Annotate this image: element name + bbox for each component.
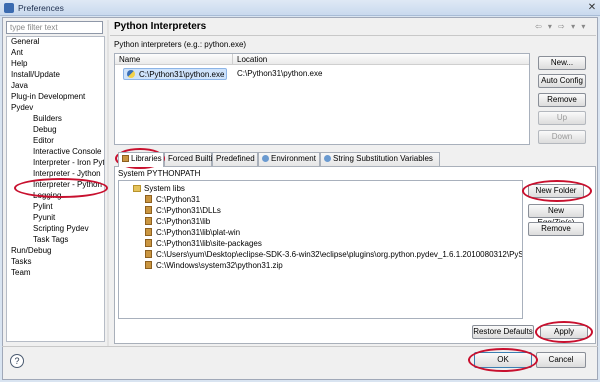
libraries-tree: System libs C:\Python31 C:\Python31\DLLs… [118,180,523,319]
filter-input[interactable]: type filter text [6,21,103,34]
library-icon [122,155,129,162]
tab-bar: Libraries Forced Builtins Predefined Env… [114,152,596,167]
tab-forced-builtins[interactable]: Forced Builtins [164,152,221,166]
tree-item-plugin-development[interactable]: Plug-in Development [11,92,85,102]
bottom-separator [2,346,598,347]
new-egg-zip-button[interactable]: New Egg/Zip(s) [528,204,584,227]
tree-item-scripting-pydev[interactable]: Scripting Pydev [33,224,89,234]
library-icon [145,250,152,258]
app-icon [4,3,14,13]
up-button[interactable]: Up [538,111,586,125]
library-icon [145,217,152,225]
tree-item-interpreter-jython[interactable]: Interpreter - Jython [33,169,101,179]
preferences-tree: General Ant Help Install/Update Java Plu… [6,36,105,342]
nav-arrows[interactable]: ⇦ ▾ ⇨ ▾ ▾ [535,22,587,31]
tree-item-debug[interactable]: Debug [33,125,57,135]
remove-library-button[interactable]: Remove [528,222,584,236]
library-icon [145,261,152,269]
column-header-location[interactable]: Location [233,54,529,65]
title-separator [110,35,596,36]
new-interpreter-button[interactable]: New... [538,56,586,70]
tree-item-help[interactable]: Help [11,59,27,69]
window-title: Preferences [18,3,64,13]
library-icon [145,206,152,214]
apply-button[interactable]: Apply [540,325,588,339]
close-icon[interactable]: ✕ [586,2,598,13]
tab-string-substitution[interactable]: String Substitution Variables [320,152,440,166]
tree-item-tasks[interactable]: Tasks [11,257,31,267]
tab-label: Libraries [131,154,162,163]
tree-item-general[interactable]: General [11,37,39,47]
auto-config-button[interactable]: Auto Config [538,74,586,88]
library-icon [145,239,152,247]
list-item[interactable]: C:\Python31\lib [145,217,210,227]
tree-item-install-update[interactable]: Install/Update [11,70,60,80]
list-item[interactable]: C:\Python31\lib\site-packages [145,239,262,249]
tab-environment[interactable]: Environment [258,152,320,166]
list-item[interactable]: C:\Windows\system32\python31.zip [145,261,283,271]
tree-item-builders[interactable]: Builders [33,114,62,124]
help-icon[interactable]: ? [10,354,24,368]
list-item[interactable]: C:\Python31 [145,195,200,205]
tree-item-java[interactable]: Java [11,81,28,91]
remove-interpreter-button[interactable]: Remove [538,93,586,107]
new-folder-button[interactable]: New Folder [528,184,584,198]
interpreter-location: C:\Python31\python.exe [237,69,323,78]
environment-icon [262,155,269,162]
tab-predefined[interactable]: Predefined [212,152,258,166]
tree-item-task-tags[interactable]: Task Tags [33,235,68,245]
list-item[interactable]: System libs [133,184,185,194]
tree-item-editor[interactable]: Editor [33,136,54,146]
folder-icon [133,185,141,192]
page-title: Python Interpreters [114,21,207,32]
tree-item-team[interactable]: Team [11,268,31,278]
ok-button[interactable]: OK [474,352,532,368]
down-button[interactable]: Down [538,130,586,144]
interpreter-name: C:\Python31\python.exe [139,70,225,79]
cancel-button[interactable]: Cancel [536,352,586,368]
list-item[interactable]: C:\Users\yum\Desktop\eclipse-SDK-3.6-win… [145,250,522,260]
list-item[interactable]: C:\Python31\DLLs [145,206,221,216]
interpreters-description: Python interpreters (e.g.: python.exe) [114,40,247,49]
substitution-icon [324,155,331,162]
splitter[interactable] [107,20,109,346]
tree-item-interpreter-ironpython[interactable]: Interpreter - Iron Pyt [33,158,104,168]
tree-item-pyunit[interactable]: Pyunit [33,213,55,223]
restore-defaults-button[interactable]: Restore Defaults [472,325,534,339]
library-icon [145,228,152,236]
tree-item-logging[interactable]: Logging [33,191,61,201]
library-icon [145,195,152,203]
tree-item-interactive-console[interactable]: Interactive Console [33,147,101,157]
tree-item-run-debug[interactable]: Run/Debug [11,246,51,256]
list-item[interactable]: C:\Python31\lib\plat-win [145,228,240,238]
system-pythonpath-label: System PYTHONPATH [118,169,201,178]
title-bar: Preferences ✕ [0,0,600,16]
column-header-name[interactable]: Name [115,54,233,65]
tree-item-ant[interactable]: Ant [11,48,23,58]
tree-item-pydev[interactable]: Pydev [11,103,33,113]
tree-item-interpreter-python[interactable]: Interpreter - Python [33,180,102,190]
tab-label: Environment [271,154,316,163]
tab-libraries[interactable]: Libraries [118,152,164,167]
python-icon [127,70,135,78]
tab-label: String Substitution Variables [333,154,433,163]
interpreters-table: Name Location C:\Python31\python.exe C:\… [114,53,530,145]
tree-item-pylint[interactable]: Pylint [33,202,53,212]
tab-label: Predefined [216,154,255,163]
table-row[interactable]: C:\Python31\python.exe [123,68,227,80]
